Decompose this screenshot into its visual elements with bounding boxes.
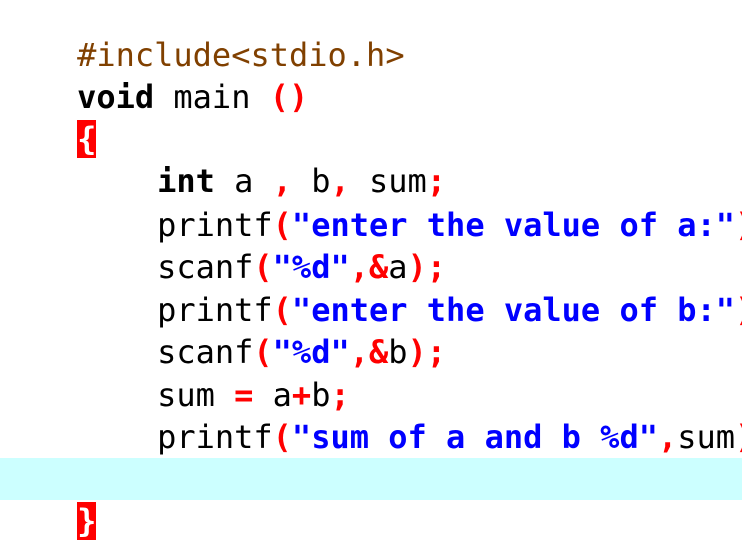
function-name: main xyxy=(154,78,270,116)
close-paren: ) xyxy=(735,291,742,329)
code-line-12-current[interactable]: } xyxy=(0,458,742,540)
code-line-7[interactable]: printf("enter the value of b:"); xyxy=(0,247,742,329)
close-brace-matched: } xyxy=(77,502,97,540)
close-paren: ) xyxy=(735,418,742,456)
code-line-4[interactable]: int a , b, sum; xyxy=(0,118,446,200)
semicolon: ; xyxy=(426,333,447,371)
function-call: printf xyxy=(157,418,273,456)
code-line-1[interactable]: #include<stdio.h> xyxy=(0,0,405,74)
code-line-2[interactable]: void main () xyxy=(0,34,308,116)
code-line-6[interactable]: scanf("%d",&a); xyxy=(0,204,446,286)
close-paren: ) xyxy=(735,206,742,244)
code-line-8[interactable]: scanf("%d",&b); xyxy=(0,289,446,371)
address-operator: & xyxy=(368,333,389,371)
code-line-3[interactable]: { xyxy=(0,76,97,158)
comma: , xyxy=(657,418,678,456)
open-paren: ( xyxy=(272,418,292,456)
comma: , xyxy=(349,333,369,371)
code-editor[interactable]: #include<stdio.h> void main () { int a ,… xyxy=(0,0,742,541)
var-sum: sum xyxy=(677,418,736,456)
string-literal: "sum of a and b %d" xyxy=(291,418,658,456)
close-paren: ) xyxy=(407,333,427,371)
code-line-10[interactable]: printf("sum of a and b %d",sum); xyxy=(0,374,742,456)
parentheses: () xyxy=(269,78,309,116)
var-b: b xyxy=(388,333,408,371)
code-line-5[interactable]: printf("enter the value of a:"); xyxy=(0,162,742,244)
code-line-9[interactable]: sum = a+b; xyxy=(0,332,350,414)
